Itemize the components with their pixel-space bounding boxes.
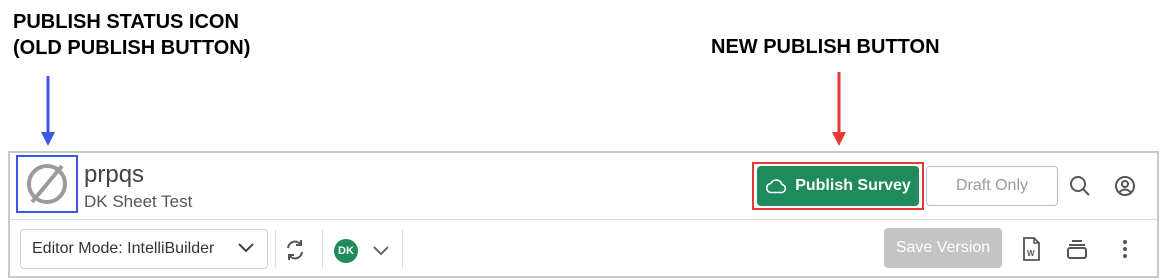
header-row: prpqs DK Sheet Test Publish Survey Draft… bbox=[10, 153, 1157, 220]
survey-editor-frame: prpqs DK Sheet Test Publish Survey Draft… bbox=[8, 151, 1159, 278]
toolbar-divider bbox=[275, 230, 276, 268]
chevron-down-icon bbox=[238, 243, 254, 253]
publish-button-callout: NEW PUBLISH BUTTON bbox=[711, 36, 940, 58]
more-vertical-icon bbox=[1123, 240, 1127, 258]
user-circle-icon bbox=[1115, 176, 1135, 196]
survey-title-block: prpqs DK Sheet Test bbox=[84, 161, 192, 212]
word-document-icon: W bbox=[1023, 237, 1040, 261]
chevron-down-icon bbox=[373, 246, 389, 256]
toolbar-divider bbox=[322, 230, 323, 268]
publish-survey-button[interactable]: Publish Survey bbox=[757, 166, 919, 206]
refresh-icon bbox=[287, 240, 303, 260]
avatar[interactable]: DK bbox=[334, 239, 358, 263]
search-icon bbox=[1070, 176, 1090, 196]
draft-label: Draft Only bbox=[955, 177, 1028, 194]
search-button[interactable] bbox=[1065, 171, 1095, 201]
prohibited-circle-icon bbox=[27, 164, 67, 204]
more-options-button[interactable] bbox=[1110, 234, 1140, 264]
survey-subtitle: DK Sheet Test bbox=[84, 192, 193, 211]
red-arrow bbox=[832, 72, 846, 146]
survey-name: prpqs bbox=[84, 161, 145, 188]
avatar-menu-button[interactable] bbox=[366, 236, 396, 266]
save-version-label: Save Version bbox=[895, 239, 991, 256]
layers-icon bbox=[1067, 240, 1087, 259]
callout-line-1: PUBLISH STATUS ICON bbox=[13, 11, 239, 33]
status-icon-callout: PUBLISH STATUS ICON (OLD PUBLISH BUTTON) bbox=[13, 9, 250, 61]
publish-label: Publish Survey bbox=[795, 177, 911, 194]
draft-only-button[interactable]: Draft Only bbox=[926, 166, 1058, 206]
toolbar-divider bbox=[402, 230, 403, 268]
layers-button[interactable] bbox=[1062, 234, 1092, 264]
editor-mode-select[interactable]: Editor Mode: IntelliBuilder bbox=[20, 229, 268, 269]
publish-status-icon-highlight[interactable] bbox=[16, 155, 78, 213]
export-word-button[interactable]: W bbox=[1016, 234, 1046, 264]
toolbar-row: Editor Mode: IntelliBuilder DK Save Vers… bbox=[10, 220, 1157, 276]
account-button[interactable] bbox=[1110, 171, 1140, 201]
callout-line-2: (OLD PUBLISH BUTTON) bbox=[13, 37, 251, 59]
blue-arrow bbox=[41, 76, 55, 146]
editor-mode-label: Editor Mode: IntelliBuilder bbox=[32, 240, 215, 257]
svg-text:W: W bbox=[1027, 249, 1035, 258]
refresh-button[interactable] bbox=[280, 235, 310, 265]
save-version-button[interactable]: Save Version bbox=[884, 228, 1002, 268]
cloud-icon bbox=[766, 179, 787, 194]
